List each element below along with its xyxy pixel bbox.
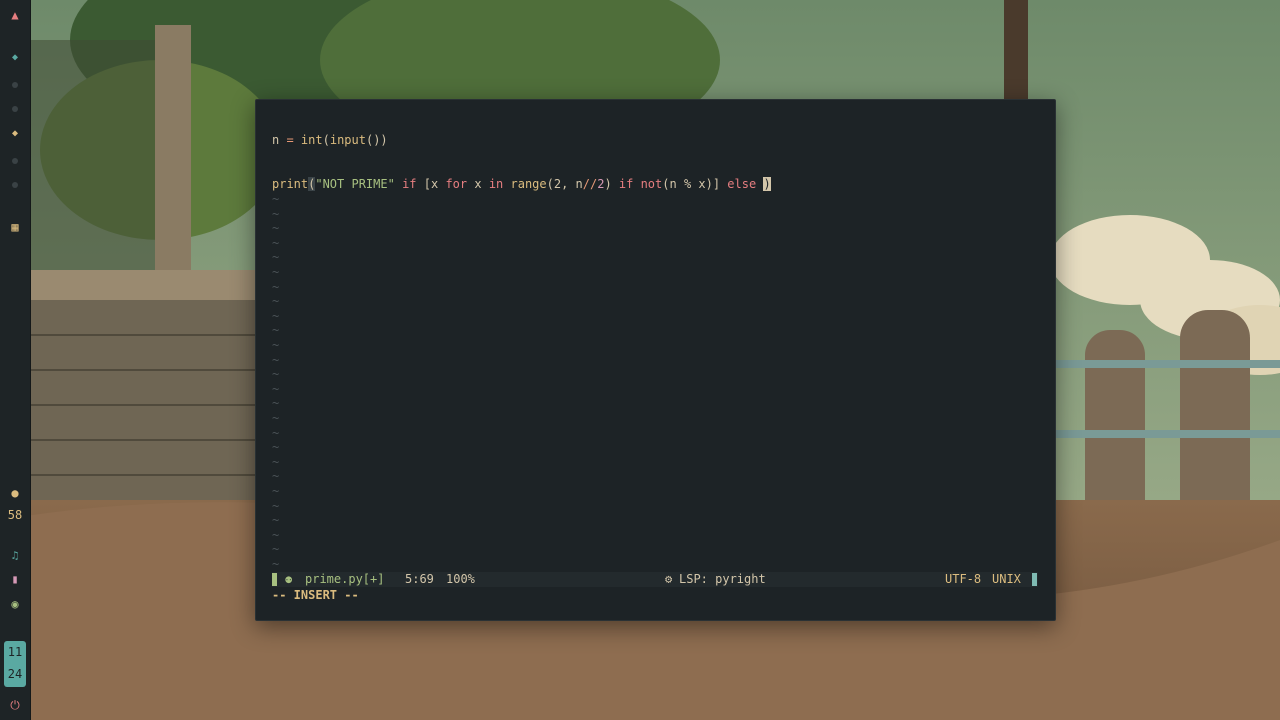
tilde-marker: ~	[272, 498, 280, 513]
tilde-marker: ~	[272, 484, 280, 498]
mode-indicator: -- INSERT --	[272, 588, 359, 602]
cursor-position: 5:69	[405, 572, 434, 586]
workspace-dot-5[interactable]	[12, 158, 18, 164]
tilde-marker: ~	[272, 381, 280, 396]
tilde-marker: ~	[272, 279, 280, 294]
filename: prime.py[+]	[305, 572, 385, 586]
text-cursor: )	[763, 177, 771, 191]
tilde-marker: ~	[272, 513, 280, 528]
workspace-1-icon[interactable]: ◆	[0, 52, 30, 63]
tilde-marker: ~	[272, 323, 280, 338]
tilde-marker: ~	[272, 308, 280, 323]
tilde-marker: ~	[272, 396, 280, 411]
tilde-marker: ~	[272, 411, 280, 425]
battery-value: 58	[7, 508, 23, 522]
neovim-window[interactable]: n = int(input()) print("NOT PRIME" if [x…	[255, 99, 1056, 621]
headphones-icon[interactable]: ♫	[0, 549, 30, 562]
microphone-icon[interactable]: ▮	[0, 572, 30, 586]
tilde-marker: ~	[272, 542, 280, 557]
tilde-marker: ~	[272, 265, 280, 279]
python-icon: ⚉	[285, 572, 293, 586]
workspace-dot-2[interactable]	[12, 82, 18, 88]
statusline-right-edge	[1032, 573, 1037, 586]
tilde-marker: ~	[272, 221, 280, 236]
left-status-bar: ▲ ◆ ◆ ▦ ● 58 ♫ ▮ ◉ 11 24 ⏻	[0, 0, 31, 720]
status-line: ⚉ prime.py[+] 5:69 100% ⚙ LSP: pyright U…	[272, 572, 1038, 587]
file-format: UNIX	[992, 572, 1021, 586]
tilde-marker: ~	[272, 206, 280, 221]
tilde-marker: ~	[272, 440, 280, 455]
tilde-marker: ~	[272, 367, 280, 382]
code-line-1[interactable]: n = int(input())	[272, 133, 388, 147]
tilde-marker: ~	[272, 338, 280, 352]
tilde-marker: ~	[272, 527, 280, 542]
arch-logo-icon[interactable]: ▲	[0, 8, 30, 22]
tilde-marker: ~	[272, 425, 280, 440]
clock-hour: 11	[7, 645, 23, 659]
tilde-marker: ~	[272, 469, 280, 484]
tilde-marker: ~	[272, 557, 280, 571]
tilde-marker: ~	[272, 454, 280, 469]
statusline-left-edge	[272, 573, 277, 586]
tilde-marker: ~	[272, 235, 280, 250]
code-line-2[interactable]: print("NOT PRIME" if [x for x in range(2…	[272, 177, 771, 191]
tilde-marker: ~	[272, 192, 280, 206]
clock-minute: 24	[7, 667, 23, 681]
workspace-dot-6[interactable]	[12, 182, 18, 188]
lsp-status: LSP: pyright	[679, 572, 766, 586]
network-icon[interactable]: ◉	[0, 597, 30, 611]
tilde-marker: ~	[272, 352, 280, 367]
tilde-marker: ~	[272, 250, 280, 265]
workspace-active-icon[interactable]: ◆	[0, 128, 30, 139]
tilde-marker: ~	[272, 294, 280, 309]
clock-widget: 11 24	[4, 641, 26, 687]
workspace-dot-3[interactable]	[12, 106, 18, 112]
power-icon[interactable]: ⏻	[0, 698, 30, 713]
window-layout-icon[interactable]: ▦	[0, 220, 30, 234]
gear-icon: ⚙	[665, 572, 673, 586]
battery-icon: ●	[11, 486, 19, 500]
scroll-percent: 100%	[446, 572, 475, 586]
file-encoding: UTF-8	[945, 572, 982, 586]
